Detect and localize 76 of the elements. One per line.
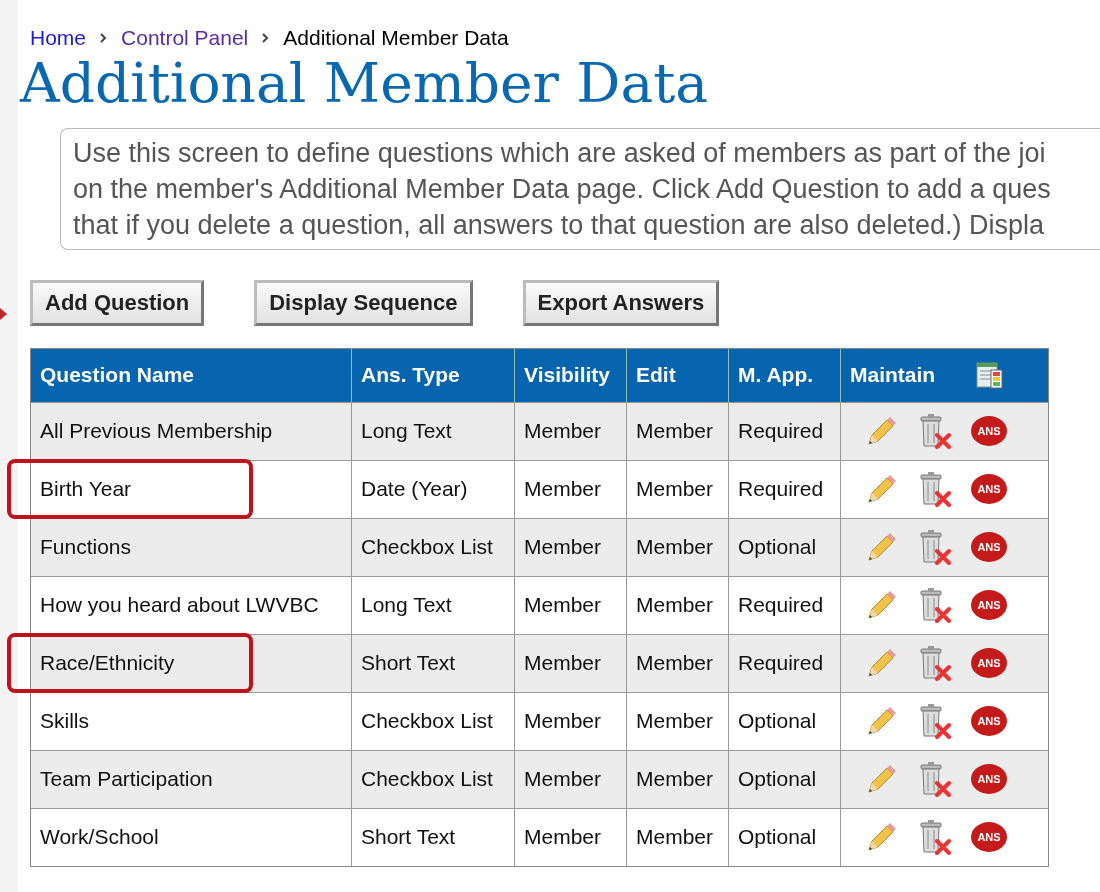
- trash-delete-icon[interactable]: [917, 587, 951, 623]
- column-header: Maintain: [850, 362, 936, 389]
- breadcrumb-current: Additional Member Data: [283, 25, 509, 51]
- table-cell-text: Member: [636, 476, 714, 503]
- table-cell-text: Member: [636, 766, 714, 793]
- chevron-icon: [100, 32, 108, 43]
- table-cell-text: Member: [636, 418, 714, 445]
- table-cell-text: Date (Year): [361, 476, 468, 503]
- table-cell-text: Member: [636, 708, 714, 735]
- trash-delete-icon[interactable]: [917, 761, 951, 797]
- answers-badge[interactable]: ANS: [971, 532, 1007, 562]
- chevron-icon: [262, 32, 270, 43]
- table-cell-text: All Previous Membership: [40, 418, 273, 445]
- trash-delete-icon[interactable]: [917, 703, 951, 739]
- answers-badge[interactable]: ANS: [971, 822, 1007, 852]
- table-cell-text: Member: [524, 534, 602, 561]
- table-cell-text: Short Text: [361, 650, 456, 677]
- column-header: Edit: [636, 362, 676, 389]
- column-header: Ans. Type: [361, 362, 460, 389]
- trash-delete-icon[interactable]: [917, 819, 951, 855]
- trash-delete-icon[interactable]: [917, 413, 951, 449]
- answers-badge[interactable]: ANS: [971, 648, 1007, 678]
- table-cell-text: Long Text: [361, 418, 452, 445]
- table-cell-text: Checkbox List: [361, 708, 493, 735]
- table-cell-text: Required: [738, 418, 824, 445]
- table-cell-text: Member: [524, 476, 602, 503]
- page-title: Additional Member Data: [20, 53, 710, 112]
- breadcrumb-link[interactable]: Control Panel: [121, 22, 249, 54]
- table-cell-text: Optional: [738, 766, 817, 793]
- table-cell-text: Member: [636, 534, 714, 561]
- table-cell-text: Short Text: [361, 824, 456, 851]
- table-cell-text: Member: [524, 766, 602, 793]
- table-cell-text: Optional: [738, 708, 817, 735]
- table-cell-text: Long Text: [361, 592, 452, 619]
- table-cell-text: Member: [524, 650, 602, 677]
- spreadsheet-icon[interactable]: [975, 360, 1006, 390]
- column-header: Question Name: [40, 362, 195, 389]
- breadcrumb-link[interactable]: Home: [30, 22, 87, 54]
- table-cell-text: Required: [738, 476, 824, 503]
- arrow-tip-icon: [0, 308, 7, 320]
- table-cell-text: Work/School: [40, 824, 159, 851]
- trash-delete-icon[interactable]: [917, 471, 951, 507]
- trash-delete-icon[interactable]: [917, 645, 951, 681]
- description-line: that if you delete a question, all answers to that question are also deleted.) Displa: [73, 208, 1046, 242]
- table-cell-text: Member: [636, 824, 714, 851]
- answers-badge[interactable]: ANS: [971, 764, 1007, 794]
- table-cell-text: Skills: [40, 708, 89, 735]
- action-button[interactable]: Export Answers: [522, 279, 720, 326]
- answers-badge[interactable]: ANS: [971, 590, 1007, 620]
- table-cell-text: Functions: [40, 534, 132, 561]
- column-header: Visibility: [524, 362, 610, 389]
- table-cell-text: Required: [738, 650, 824, 677]
- table-cell-text: Optional: [738, 534, 817, 561]
- answers-badge[interactable]: ANS: [971, 416, 1007, 446]
- table-cell-text: Team Participation: [40, 766, 213, 793]
- action-button[interactable]: Display Sequence: [254, 279, 473, 326]
- description-line: on the member's Additional Member Data page. Click Add Question to add a ques: [73, 172, 1052, 206]
- trash-delete-icon[interactable]: [917, 529, 951, 565]
- table-cell-text: Member: [524, 592, 602, 619]
- answers-badge[interactable]: ANS: [971, 474, 1007, 504]
- table-cell-text: Birth Year: [40, 476, 132, 503]
- table-cell-text: Member: [636, 592, 714, 619]
- table-cell-text: Checkbox List: [361, 534, 493, 561]
- table-cell-text: Required: [738, 592, 824, 619]
- answers-badge[interactable]: ANS: [971, 706, 1007, 736]
- description-line: Use this screen to define questions which are asked of members as part of the joi: [73, 136, 1047, 170]
- table-cell-text: Race/Ethnicity: [40, 650, 175, 677]
- action-button[interactable]: Add Question: [30, 279, 205, 326]
- table-cell-text: Member: [524, 824, 602, 851]
- column-header: M. App.: [738, 362, 814, 389]
- table-cell-text: Optional: [738, 824, 817, 851]
- table-cell-text: Member: [524, 418, 602, 445]
- table-cell-text: Member: [636, 650, 714, 677]
- table-cell-text: How you heard about LWVBC: [40, 592, 319, 619]
- table-cell-text: Member: [524, 708, 602, 735]
- table-cell-text: Checkbox List: [361, 766, 493, 793]
